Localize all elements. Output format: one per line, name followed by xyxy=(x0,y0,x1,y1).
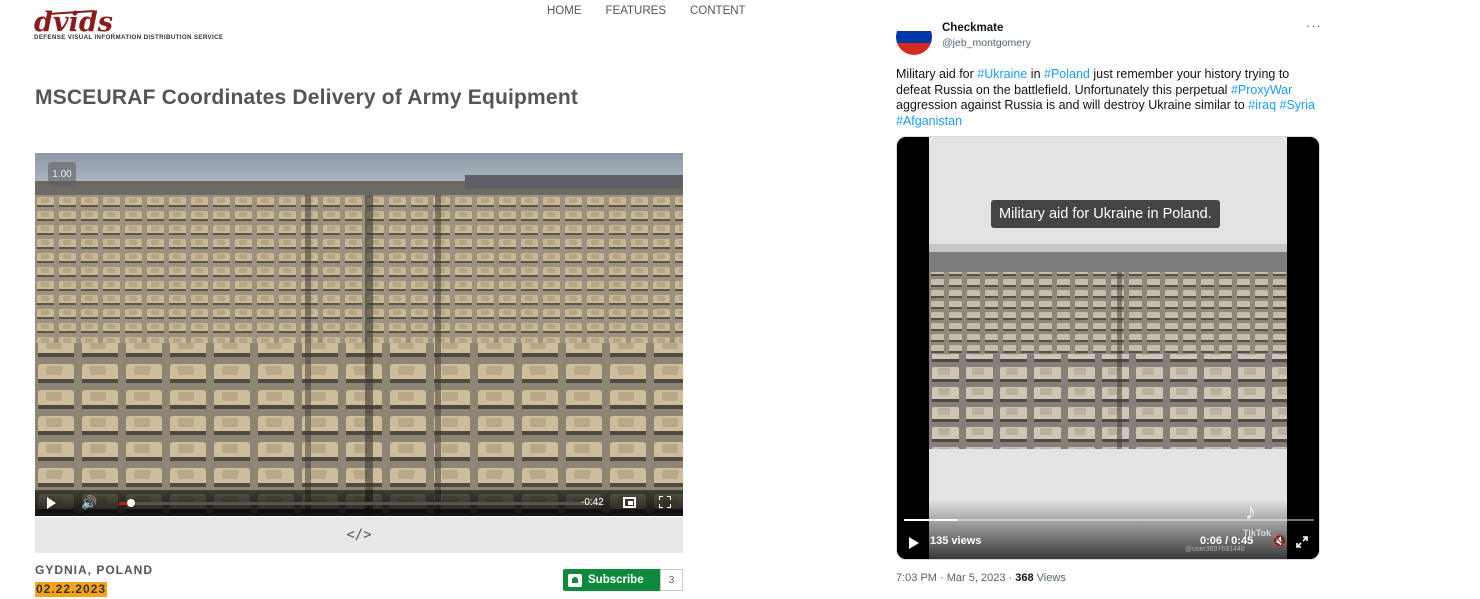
location-label: GYDNIA, POLAND xyxy=(35,563,154,577)
subscribe-bell-icon xyxy=(568,573,582,587)
subscriber-count: 3 xyxy=(660,569,683,591)
tweet-display-name[interactable]: Checkmate xyxy=(942,22,1003,34)
nav-features[interactable]: FEATURES xyxy=(606,5,667,17)
tweet-view-count: 368 xyxy=(1015,572,1034,584)
fullscreen-icon[interactable] xyxy=(659,496,671,508)
video-caption: Military aid for Ukraine in Poland. xyxy=(991,200,1220,228)
mute-icon[interactable]: 🔇 xyxy=(1272,534,1287,548)
embed-code-button[interactable]: </> xyxy=(35,517,683,553)
top-nav: HOME FEATURES CONTENT xyxy=(547,5,746,17)
hashtag-iraq[interactable]: #iraq xyxy=(1248,98,1276,112)
page: dvids Defense Visual Information Distrib… xyxy=(0,0,1480,599)
tiktok-logo-icon: ♪ xyxy=(1245,499,1256,524)
play-icon[interactable] xyxy=(47,497,56,509)
picture-in-picture-icon[interactable] xyxy=(623,497,636,508)
hashtag-afganistan[interactable]: #Afganistan xyxy=(896,114,962,128)
tweet-text: Military aid for #Ukraine in #Poland jus… xyxy=(896,67,1315,128)
tweet-video-player[interactable]: Military aid for Ukraine in Poland. ♪ Ti… xyxy=(896,136,1320,560)
date-label: 02.22.2023 xyxy=(35,582,108,597)
dvids-logo-text: dvids xyxy=(34,10,113,34)
video-time-remaining: -0:42 xyxy=(581,497,604,508)
tweet-video-scene xyxy=(929,244,1287,449)
page-title: MSCEURAF Coordinates Delivery of Army Eq… xyxy=(35,86,579,109)
tweet-handle[interactable]: @jeb_montgomery xyxy=(942,37,1031,49)
tiktok-user-tag: @user3697691440 xyxy=(1185,546,1245,553)
video-progress-knob[interactable] xyxy=(127,499,135,507)
more-options-icon[interactable]: ··· xyxy=(1306,18,1322,33)
play-icon[interactable] xyxy=(909,537,919,549)
video-time: 0:06 / 0:45 xyxy=(1200,535,1254,547)
nav-content[interactable]: CONTENT xyxy=(690,5,746,17)
subscribe-button[interactable]: Subscribe xyxy=(563,569,661,591)
dvids-logo[interactable]: dvids Defense Visual Information Distrib… xyxy=(34,10,264,44)
video-controls: 🔊 -0:42 xyxy=(35,490,683,516)
hashtag-ukraine[interactable]: #Ukraine xyxy=(977,67,1027,81)
hashtag-poland[interactable]: #Poland xyxy=(1044,67,1090,81)
tweet-video-progress-fill xyxy=(904,519,957,521)
subscribe-label: Subscribe xyxy=(588,574,644,586)
avatar[interactable] xyxy=(896,19,932,55)
tweet-video-progress-track[interactable] xyxy=(904,519,1314,521)
video-frame xyxy=(35,153,683,516)
hashtag-syria[interactable]: #Syria xyxy=(1280,98,1315,112)
dvids-logo-mark: dvids xyxy=(34,10,113,34)
tweet-timestamp[interactable]: 7:03 PM · Mar 5, 2023 · xyxy=(896,572,1015,584)
views-label: Views xyxy=(1033,572,1066,584)
volume-icon[interactable]: 🔊 xyxy=(81,495,97,511)
video-view-count: 135 views xyxy=(930,535,982,547)
hashtag-proxywar[interactable]: #ProxyWar xyxy=(1231,83,1292,97)
tweet-meta: 7:03 PM · Mar 5, 2023 · 368 Views xyxy=(896,572,1066,584)
video-player[interactable]: 1.00 🔊 -0:42 xyxy=(35,153,683,516)
fullscreen-icon[interactable] xyxy=(1296,536,1308,548)
tweet-video-frame: Military aid for Ukraine in Poland. xyxy=(929,137,1287,559)
logo-tagline: Defense Visual Information Distribution … xyxy=(34,34,224,41)
playback-rate-badge[interactable]: 1.00 xyxy=(48,162,76,186)
nav-home[interactable]: HOME xyxy=(547,5,582,17)
video-progress-track[interactable] xyxy=(119,502,601,505)
embed-icon: </> xyxy=(346,527,372,543)
